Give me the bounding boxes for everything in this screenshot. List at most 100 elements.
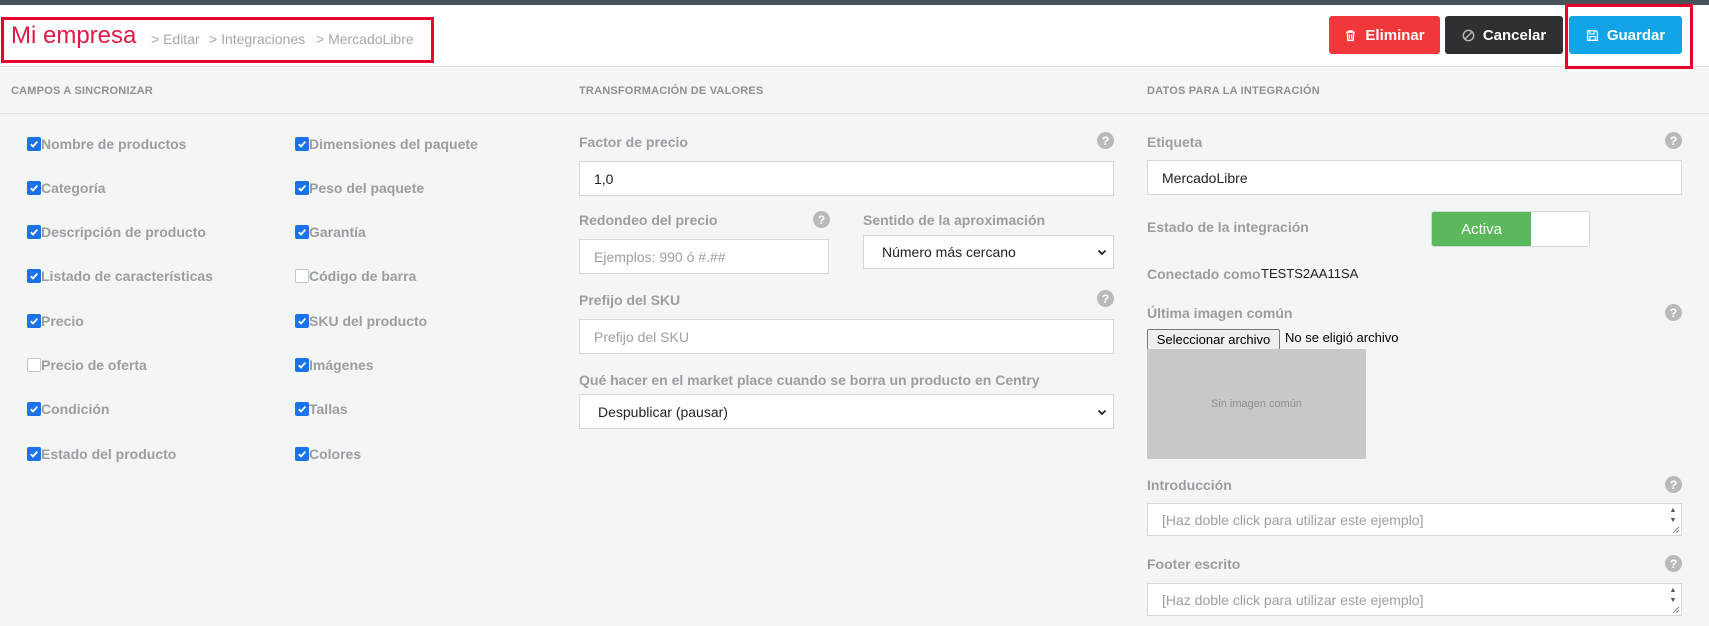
section-title-integration: DATOS PARA LA INTEGRACIÓN [1147, 85, 1320, 97]
breadcrumb-mercadolibre[interactable]: > MercadoLibre [316, 31, 414, 47]
resize-grip-icon[interactable] [1670, 524, 1680, 534]
on-delete-select[interactable]: Despublicar (pausar) [579, 394, 1114, 429]
sync-field-checkbox[interactable]: Colores [295, 446, 361, 462]
sync-field-label: Dimensiones del paquete [309, 136, 478, 152]
checkbox-checked-icon[interactable] [27, 225, 41, 239]
section-divider [0, 113, 1709, 114]
spinner-icon[interactable]: ▲ ▼ [1667, 506, 1679, 526]
resize-grip-icon[interactable] [1670, 604, 1680, 614]
help-icon[interactable]: ? [1665, 304, 1682, 321]
breadcrumb-integrations[interactable]: > Integraciones [209, 31, 305, 47]
sync-field-checkbox[interactable]: Imágenes [295, 357, 374, 373]
on-delete-select-value: Despublicar (pausar) [598, 403, 728, 420]
sync-field-label: Condición [41, 401, 110, 417]
no-image-text: Sin imagen común [1210, 398, 1303, 410]
sync-field-label: Imágenes [309, 357, 374, 373]
last-image-label: Última imagen común [1147, 305, 1293, 321]
page-title: Mi empresa [11, 22, 137, 49]
file-status: No se eligió archivo [1285, 330, 1399, 345]
help-icon[interactable]: ? [1097, 132, 1114, 149]
rounding-input[interactable]: Ejemplos: 990 ó #.## [579, 239, 829, 274]
delete-button-label: Eliminar [1365, 26, 1425, 44]
sync-field-checkbox[interactable]: Listado de características [27, 268, 213, 284]
sync-field-checkbox[interactable]: Dimensiones del paquete [295, 136, 478, 152]
checkbox-checked-icon[interactable] [295, 181, 309, 195]
breadcrumb-edit[interactable]: > Editar [151, 31, 200, 47]
image-preview: Sin imagen común [1147, 349, 1366, 459]
checkbox-checked-icon[interactable] [27, 402, 41, 416]
sync-field-checkbox[interactable]: Peso del paquete [295, 180, 424, 196]
checkbox-checked-icon[interactable] [295, 358, 309, 372]
sync-field-label: Precio de oferta [41, 357, 147, 373]
sync-field-label: Nombre de productos [41, 136, 187, 152]
sync-field-checkbox[interactable]: Estado del producto [27, 446, 176, 462]
sync-field-checkbox[interactable]: Garantía [295, 224, 366, 240]
sync-field-checkbox[interactable]: Precio [27, 313, 84, 329]
direction-label: Sentido de la aproximación [863, 212, 1046, 228]
trash-icon [1346, 29, 1356, 41]
sync-field-label: SKU del producto [309, 313, 428, 329]
sync-field-checkbox[interactable]: Precio de oferta [27, 357, 147, 373]
price-factor-input[interactable]: 1,0 [579, 161, 1114, 196]
sync-field-checkbox[interactable]: Código de barra [295, 268, 416, 284]
highlight-box-save [1565, 4, 1693, 69]
checkbox-checked-icon[interactable] [295, 447, 309, 461]
help-icon[interactable]: ? [1097, 290, 1114, 307]
checkbox-checked-icon[interactable] [295, 137, 309, 151]
rounding-label: Redondeo del precio [579, 212, 718, 228]
chevron-down-icon [1097, 409, 1107, 415]
sync-field-label: Colores [309, 446, 362, 462]
on-delete-label: Qué hacer en el market place cuando se b… [579, 372, 1040, 388]
checkbox-checked-icon[interactable] [295, 402, 309, 416]
sync-field-label: Listado de características [41, 268, 213, 284]
tag-label: Etiqueta [1147, 134, 1203, 150]
sync-field-checkbox[interactable]: Condición [27, 401, 109, 417]
checkbox-checked-icon[interactable] [27, 314, 41, 328]
footer-textarea[interactable]: [Haz doble click para utilizar este ejem… [1147, 583, 1682, 616]
footer-label: Footer escrito [1147, 556, 1241, 572]
spinner-icon[interactable]: ▲ ▼ [1667, 586, 1679, 606]
checkbox-unchecked-icon[interactable] [27, 358, 41, 372]
help-icon[interactable]: ? [1665, 132, 1682, 149]
sync-field-checkbox[interactable]: Descripción de producto [27, 224, 206, 240]
checkbox-checked-icon[interactable] [27, 269, 41, 283]
help-icon[interactable]: ? [813, 211, 830, 228]
section-title-transform: TRANSFORMACIÓN DE VALORES [579, 85, 764, 97]
direction-select[interactable]: Número más cercano [863, 235, 1114, 269]
cancel-button[interactable]: Cancelar [1445, 16, 1563, 54]
sync-field-label: Precio [41, 313, 84, 329]
sync-field-label: Código de barra [309, 268, 417, 284]
tag-input[interactable]: MercadoLibre [1147, 160, 1682, 195]
checkbox-unchecked-icon[interactable] [295, 269, 309, 283]
checkbox-checked-icon[interactable] [295, 225, 309, 239]
intro-placeholder: [Haz doble click para utilizar este ejem… [1162, 512, 1424, 528]
sync-field-label: Garantía [309, 224, 366, 240]
status-toggle[interactable]: Activa [1431, 211, 1590, 247]
price-factor-label: Factor de precio [579, 134, 688, 150]
connected-label: Conectado como [1147, 266, 1261, 282]
cancel-button-label: Cancelar [1482, 26, 1547, 44]
checkbox-checked-icon[interactable] [295, 314, 309, 328]
chevron-down-icon [1097, 249, 1107, 256]
footer-placeholder: [Haz doble click para utilizar este ejem… [1162, 592, 1424, 608]
intro-label: Introducción [1147, 477, 1232, 493]
status-label: Estado de la integración [1147, 219, 1309, 235]
sync-field-checkbox[interactable]: Categoría [27, 180, 106, 196]
sync-field-checkbox[interactable]: Tallas [295, 401, 348, 417]
delete-button[interactable]: Eliminar [1329, 16, 1440, 54]
sync-field-checkbox[interactable]: Nombre de productos [27, 136, 186, 152]
checkbox-checked-icon[interactable] [27, 137, 41, 151]
intro-textarea[interactable]: [Haz doble click para utilizar este ejem… [1147, 503, 1682, 536]
sync-field-label: Descripción de producto [41, 224, 206, 240]
sync-field-label: Estado del producto [41, 446, 177, 462]
section-title-sync-fields: CAMPOS A SINCRONIZAR [11, 85, 153, 97]
sku-prefix-label: Prefijo del SKU [579, 292, 681, 308]
checkbox-checked-icon[interactable] [27, 447, 41, 461]
connected-value: TESTS2AA11SA [1261, 266, 1359, 281]
help-icon[interactable]: ? [1665, 476, 1682, 493]
choose-file-button[interactable]: Seleccionar archivo [1147, 329, 1280, 350]
sku-prefix-input[interactable]: Prefijo del SKU [579, 319, 1114, 354]
checkbox-checked-icon[interactable] [27, 181, 41, 195]
help-icon[interactable]: ? [1665, 555, 1682, 572]
sync-field-checkbox[interactable]: SKU del producto [295, 313, 427, 329]
